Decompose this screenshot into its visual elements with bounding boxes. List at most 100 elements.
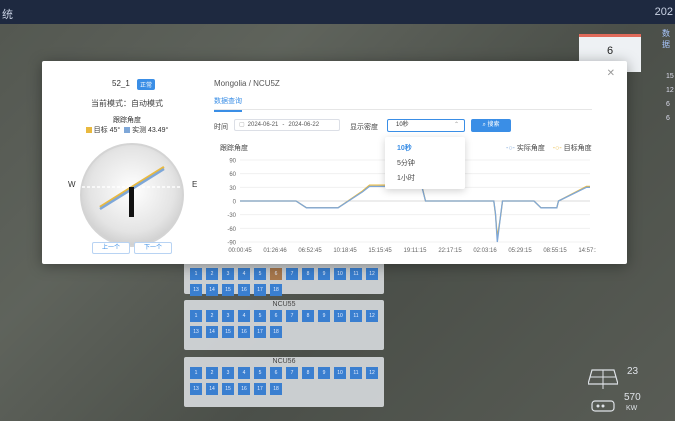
tracker-cell[interactable]: 17	[254, 383, 266, 395]
search-icon: ⌕	[482, 122, 486, 128]
tracker-cell[interactable]: 2	[206, 268, 218, 280]
ncu-panel: NCU56 1 2 3 4 5 6 7 8 9 10 11 12 13 14 15 16 17 18	[184, 357, 384, 407]
density-select[interactable]: 10秒 ⌃	[387, 119, 465, 132]
tracker-cell[interactable]: 13	[190, 326, 202, 338]
calendar-icon: ▢	[239, 122, 245, 128]
ncu-cells: 1 2 3 4 5 6 7 8 9 10 11 12 13 14 15 16 17 18	[184, 268, 384, 296]
legend-actual[interactable]: -○- 实际角度	[506, 145, 545, 152]
y-tick-label: 90	[229, 159, 236, 165]
tracker-cell[interactable]: 8	[302, 367, 314, 379]
tracker-cell[interactable]: 6	[270, 367, 282, 379]
density-option[interactable]: 1小时	[385, 171, 465, 186]
y-axis-title: 跟踪角度	[220, 145, 248, 152]
x-tick-label: 08:55:15	[543, 248, 567, 254]
x-tick-label: 00:00:45	[228, 248, 252, 254]
east-label: E	[192, 180, 198, 189]
tracker-cell[interactable]: 2	[206, 367, 218, 379]
tracker-cell[interactable]: 6	[270, 268, 282, 280]
tracker-cell[interactable]: 13	[190, 284, 202, 296]
close-icon[interactable]: ✕	[607, 68, 615, 79]
tracker-cell[interactable]: 9	[318, 367, 330, 379]
tracker-cell[interactable]: 9	[318, 310, 330, 322]
tracker-cell[interactable]: 7	[286, 367, 298, 379]
tracker-cell[interactable]: 11	[350, 367, 362, 379]
tracker-cell[interactable]: 5	[254, 268, 266, 280]
tracker-cell[interactable]: 15	[222, 326, 234, 338]
breadcrumb: Mongolia / NCU5Z	[214, 79, 280, 88]
tracker-cell[interactable]: 17	[254, 284, 266, 296]
tracker-cell[interactable]: 11	[350, 268, 362, 280]
status-badge: 正常	[137, 79, 156, 90]
tracker-cell[interactable]: 2	[206, 310, 218, 322]
x-tick-label: 10:18:45	[333, 248, 357, 254]
tracker-cell[interactable]: 18	[270, 383, 282, 395]
tracker-cell[interactable]: 3	[222, 310, 234, 322]
tracker-cell[interactable]: 18	[270, 326, 282, 338]
angle-dial	[78, 141, 186, 249]
tracker-cell[interactable]: 17	[254, 326, 266, 338]
time-label: 时间	[214, 124, 228, 131]
tracker-cell[interactable]: 12	[366, 268, 378, 280]
tracker-cell[interactable]: 1	[190, 310, 202, 322]
tracker-cell[interactable]: 9	[318, 268, 330, 280]
tracker-cell[interactable]: 3	[222, 268, 234, 280]
date-range-picker[interactable]: ▢ 2024-06-21-2024-06-22	[234, 119, 340, 131]
tracker-cell[interactable]: 16	[238, 383, 250, 395]
ncu-panel-title: NCU55	[272, 301, 296, 308]
tracker-cell[interactable]: 1	[190, 367, 202, 379]
tracker-cell[interactable]: 11	[350, 310, 362, 322]
tracker-summary: 52_1 正常 当前模式：自动模式 跟踪角度 目标 45° 实测 43.49° …	[42, 61, 212, 264]
tracker-cell[interactable]: 14	[206, 284, 218, 296]
y-tick-label: -60	[227, 227, 236, 233]
tracker-cell[interactable]: 10	[334, 367, 346, 379]
tracker-cell[interactable]: 4	[238, 310, 250, 322]
tracker-cell[interactable]: 15	[222, 284, 234, 296]
density-option[interactable]: 10秒	[385, 141, 465, 156]
next-button[interactable]: 下一个	[134, 242, 172, 254]
tracker-cell[interactable]: 12	[366, 367, 378, 379]
tracker-cell[interactable]: 7	[286, 268, 298, 280]
tracker-cell[interactable]: 10	[334, 268, 346, 280]
x-tick-label: 06:52:45	[298, 248, 322, 254]
dial-graphic	[80, 143, 184, 247]
date-end: 2024-06-22	[288, 122, 320, 128]
density-value: 10秒	[396, 122, 409, 128]
tracker-cell[interactable]: 5	[254, 310, 266, 322]
right-number: 12	[666, 87, 674, 94]
tracker-cell[interactable]: 1	[190, 268, 202, 280]
tracker-cell[interactable]: 16	[238, 326, 250, 338]
tracker-cell[interactable]: 6	[270, 310, 282, 322]
legend-target[interactable]: -○- 目标角度	[553, 145, 592, 152]
tracker-cell[interactable]: 8	[302, 268, 314, 280]
y-tick-label: -90	[227, 241, 236, 247]
tracker-cell[interactable]: 16	[238, 284, 250, 296]
tracker-cell[interactable]: 10	[334, 310, 346, 322]
tracker-cell[interactable]: 8	[302, 310, 314, 322]
tracker-cell[interactable]: 15	[222, 383, 234, 395]
search-label: 搜索	[487, 122, 500, 128]
prev-button[interactable]: 上一个	[92, 242, 130, 254]
top-bar: 统 202	[0, 0, 675, 24]
search-button[interactable]: ⌕ 搜索	[471, 119, 511, 132]
tracker-cell[interactable]: 4	[238, 367, 250, 379]
angle-legend: 目标 45° 实测 43.49°	[42, 125, 212, 135]
data-link[interactable]: 数据	[662, 28, 675, 50]
tracker-cell[interactable]: 12	[366, 310, 378, 322]
tracker-cell[interactable]: 14	[206, 383, 218, 395]
clock: 202	[654, 6, 673, 18]
tracker-cell[interactable]: 3	[222, 367, 234, 379]
panel-count: 23	[627, 366, 639, 377]
series-line	[240, 184, 590, 238]
tracker-cell[interactable]: 4	[238, 268, 250, 280]
tracker-cell[interactable]: 14	[206, 326, 218, 338]
tracker-cell[interactable]: 18	[270, 284, 282, 296]
density-option[interactable]: 5分钟	[385, 156, 465, 171]
target-angle: 目标 45°	[93, 127, 121, 134]
tracker-cell[interactable]: 5	[254, 367, 266, 379]
y-tick-label: 0	[233, 200, 237, 206]
legend-target-label: 目标角度	[563, 145, 592, 152]
series-line	[240, 185, 590, 243]
tracker-cell[interactable]: 7	[286, 310, 298, 322]
tracker-cell[interactable]: 13	[190, 383, 202, 395]
x-tick-label: 15:15:45	[368, 248, 392, 254]
